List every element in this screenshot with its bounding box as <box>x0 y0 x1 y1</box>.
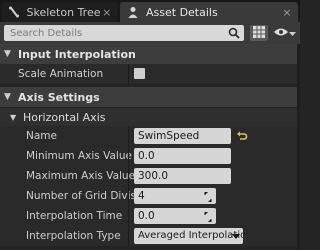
section-axis-settings[interactable]: ▼ Axis Settings <box>0 87 300 107</box>
grid-icon <box>253 25 265 41</box>
tab-label: Asset Details <box>146 5 218 19</box>
interpolation-time-input[interactable]: 0.0 <box>134 208 216 224</box>
scale-animation-checkbox[interactable] <box>134 68 145 79</box>
search-input[interactable] <box>4 25 244 41</box>
property-row-scale-animation: Scale Animation <box>0 64 300 84</box>
subsection-horizontal-axis[interactable]: ▼ Horizontal Axis <box>0 108 300 126</box>
chevron-down-icon <box>289 27 296 40</box>
property-label: Interpolation Time <box>26 210 123 222</box>
search-icon[interactable] <box>228 27 240 39</box>
close-icon[interactable]: × <box>280 6 294 19</box>
property-label: Minimum Axis Value <box>26 150 132 162</box>
property-row-min-axis: Minimum Axis Value 0.0 <box>0 146 300 166</box>
column-divider[interactable] <box>128 146 129 166</box>
details-toolbar <box>0 22 300 44</box>
view-options-button[interactable] <box>273 25 297 41</box>
column-divider[interactable] <box>128 64 129 84</box>
property-row-interp-type: Interpolation Type Averaged Interpolatio… <box>0 226 300 246</box>
section-title: Axis Settings <box>18 90 100 104</box>
interpolation-type-dropdown[interactable]: Averaged Interpolation <box>134 228 243 244</box>
field-value: 4 <box>138 190 145 202</box>
property-label: Scale Animation <box>18 68 104 80</box>
name-input[interactable]: SwimSpeed <box>134 128 231 144</box>
section-input-interpolation[interactable]: ▼ Input Interpolation <box>0 44 300 64</box>
property-label: Interpolation Type <box>26 230 121 242</box>
collapse-arrow-icon: ▼ <box>4 49 11 59</box>
tab-skeleton-tree[interactable]: Skeleton Tree × <box>2 2 117 22</box>
min-axis-value-input[interactable]: 0.0 <box>134 148 231 164</box>
property-label: Name <box>26 130 57 142</box>
bone-icon <box>8 6 21 18</box>
spinner-arrows-icon[interactable] <box>203 211 213 222</box>
field-value: 0.0 <box>138 210 155 222</box>
tab-bar: Skeleton Tree × Asset Details × <box>0 0 300 22</box>
property-row-interp-time: Interpolation Time 0.0 <box>0 206 300 226</box>
section-title: Input Interpolation <box>18 47 136 61</box>
collapse-arrow-icon: ▼ <box>4 92 11 102</box>
person-icon <box>126 6 140 18</box>
column-divider[interactable] <box>128 166 129 186</box>
property-label: Maximum Axis Value <box>26 170 136 182</box>
property-row-name: Name SwimSpeed <box>0 126 300 146</box>
spinner-arrows-icon[interactable] <box>203 191 213 202</box>
close-icon[interactable]: × <box>100 6 113 19</box>
vertical-scrollbar[interactable] <box>297 44 300 250</box>
eye-icon <box>273 27 289 40</box>
property-row-grid-divisions: Number of Grid Divisions 4 <box>0 186 300 206</box>
tab-label: Skeleton Tree <box>26 5 101 19</box>
chevron-down-icon <box>232 234 240 239</box>
property-matrix-button[interactable] <box>250 25 268 41</box>
reset-to-default-icon[interactable] <box>236 130 248 142</box>
grid-divisions-input[interactable]: 4 <box>134 188 216 204</box>
dropdown-value: Averaged Interpolation <box>138 230 243 241</box>
subsection-title: Horizontal Axis <box>23 110 106 124</box>
column-divider[interactable] <box>128 226 129 246</box>
column-divider[interactable] <box>128 186 129 206</box>
property-row-max-axis: Maximum Axis Value 300.0 <box>0 166 300 186</box>
column-divider[interactable] <box>128 206 129 226</box>
collapse-arrow-icon: ▼ <box>10 112 17 122</box>
column-divider[interactable] <box>128 126 129 146</box>
details-panel: ▼ Input Interpolation Scale Animation ▼ … <box>0 44 300 250</box>
tab-asset-details[interactable]: Asset Details × <box>120 2 298 22</box>
max-axis-value-input[interactable]: 300.0 <box>134 168 231 184</box>
